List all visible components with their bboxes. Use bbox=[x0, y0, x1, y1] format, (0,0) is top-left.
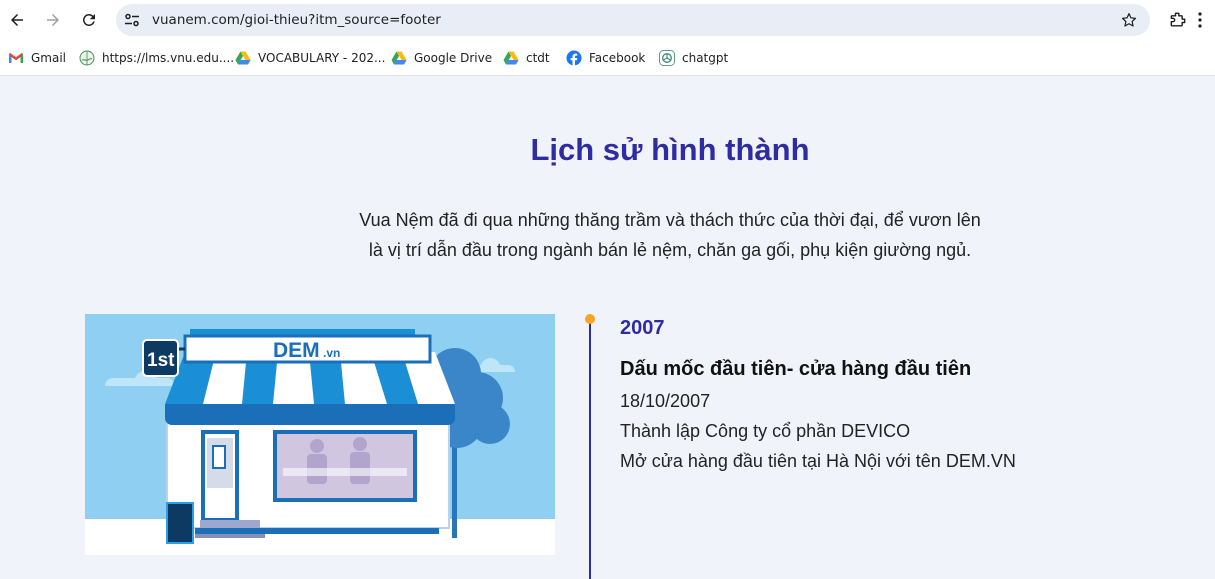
bookmark-label: chatgpt bbox=[682, 51, 729, 65]
sign-suffix: .vn bbox=[323, 346, 340, 360]
bookmark-gmail[interactable]: Gmail bbox=[8, 49, 66, 67]
arrow-right-icon bbox=[47, 14, 59, 26]
bookmarks-bar: Gmail https://lms.vnu.edu.... VOCABULARY… bbox=[0, 40, 1215, 76]
bookmark-vocabulary[interactable]: VOCABULARY - 202... bbox=[235, 49, 385, 67]
bookmark-lms[interactable]: https://lms.vnu.edu.... bbox=[79, 49, 234, 67]
milestone-date: 18/10/2007 bbox=[620, 391, 711, 411]
milestone-detail: Mở cửa hàng đầu tiên tại Hà Nội với tên … bbox=[620, 451, 1016, 471]
forward-button[interactable] bbox=[41, 8, 65, 32]
google-drive-icon bbox=[391, 51, 407, 65]
bookmark-label: https://lms.vnu.edu.... bbox=[102, 51, 235, 65]
url-text[interactable]: vuanem.com/gioi-thieu?itm_source=footer bbox=[152, 12, 441, 28]
globe-icon bbox=[79, 50, 95, 66]
more-menu-icon[interactable] bbox=[1198, 12, 1202, 28]
timeline-year: 2007 bbox=[620, 317, 665, 339]
google-drive-icon bbox=[235, 51, 251, 65]
bookmark-label: Facebook bbox=[589, 51, 646, 65]
bookmark-google-drive[interactable]: Google Drive bbox=[391, 49, 492, 67]
bookmark-label: Gmail bbox=[31, 51, 67, 65]
bookmark-label: Google Drive bbox=[414, 51, 493, 65]
reload-icon bbox=[82, 13, 95, 26]
bookmark-facebook[interactable]: Facebook bbox=[566, 49, 645, 67]
storefront-illustration: DEM .vn 1st bbox=[85, 314, 555, 555]
intro-line: là vị trí dẫn đầu trong ngành bán lẻ nệm… bbox=[368, 240, 972, 260]
browser-toolbar: vuanem.com/gioi-thieu?itm_source=footer bbox=[0, 0, 1215, 40]
gmail-icon bbox=[9, 53, 23, 63]
timeline-line bbox=[589, 322, 591, 579]
address-bar[interactable]: vuanem.com/gioi-thieu?itm_source=footer bbox=[116, 4, 1150, 36]
first-badge-text: 1st bbox=[147, 350, 175, 371]
chatgpt-icon bbox=[659, 50, 675, 66]
milestone-heading: Dấu mốc đầu tiên- cửa hàng đầu tiên bbox=[620, 358, 972, 380]
milestone-detail: Thành lập Công ty cổ phần DEVICO bbox=[620, 421, 911, 441]
reload-button[interactable] bbox=[77, 8, 101, 32]
facebook-icon bbox=[566, 50, 582, 66]
back-button[interactable] bbox=[5, 8, 29, 32]
timeline-dot bbox=[585, 314, 595, 324]
site-settings-icon[interactable] bbox=[124, 12, 140, 28]
arrow-left-icon bbox=[11, 14, 23, 26]
bookmark-ctdt[interactable]: ctdt bbox=[503, 49, 550, 67]
extensions-icon[interactable] bbox=[1168, 10, 1188, 30]
bookmark-label: ctdt bbox=[526, 51, 550, 65]
intro-paragraph: Vua Nệm đã đi qua những thăng trầm và th… bbox=[300, 205, 1040, 265]
page-content: Lịch sử hình thành Vua Nệm đã đi qua nhữ… bbox=[0, 77, 1215, 579]
bookmark-chatgpt[interactable]: chatgpt bbox=[659, 49, 728, 67]
intro-line: Vua Nệm đã đi qua những thăng trầm và th… bbox=[359, 210, 981, 230]
google-drive-icon bbox=[503, 51, 519, 65]
bookmark-star-icon[interactable] bbox=[1120, 11, 1138, 29]
bookmark-label: VOCABULARY - 202... bbox=[258, 51, 386, 65]
sign-text: DEM bbox=[273, 339, 320, 362]
page-title: Lịch sử hình thành bbox=[530, 132, 810, 167]
